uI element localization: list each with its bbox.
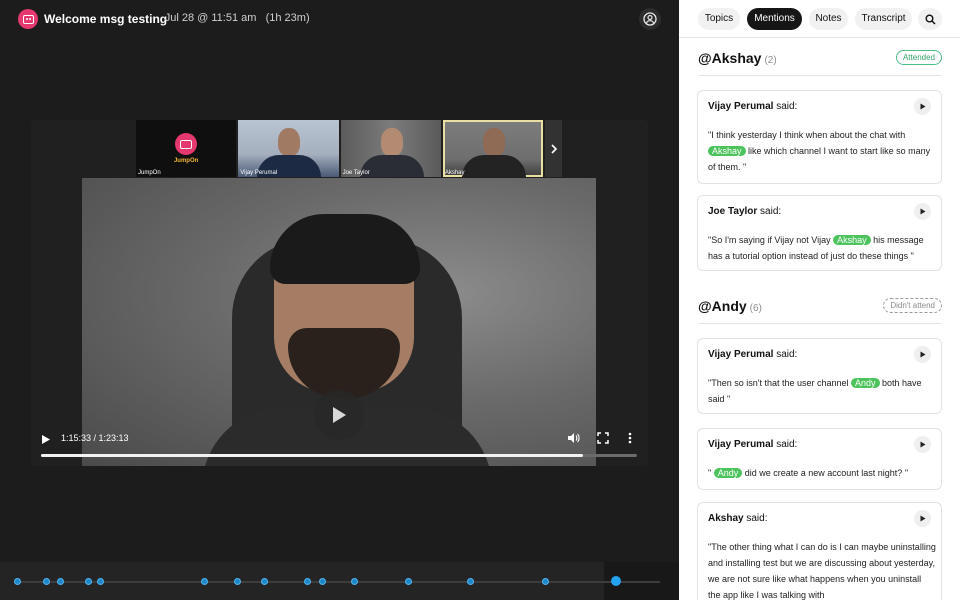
mention-card[interactable]: Vijay Perumal said: "I think yesterday I…	[697, 90, 942, 184]
mentions-sidebar: Topics Mentions Notes Transcript @Akshay…	[679, 0, 960, 600]
timeline-marker[interactable]	[57, 578, 64, 585]
mention-highlight: Akshay	[833, 235, 871, 245]
timeline-marker[interactable]	[304, 578, 312, 585]
participant-label: JumpOn	[138, 170, 161, 176]
speaker-line: Vijay Perumal said:	[708, 349, 798, 360]
progress-bar[interactable]	[41, 454, 637, 457]
speaker-line: Vijay Perumal said:	[708, 101, 798, 112]
mention-card[interactable]: Joe Taylor said: "So I'm saying if Vijay…	[697, 195, 942, 271]
speaker-line: Akshay said:	[708, 513, 768, 524]
mention-highlight: Andy	[713, 468, 743, 478]
meeting-date: Jul 28 @ 11:51 am	[164, 12, 257, 24]
participant-face	[380, 128, 403, 156]
speaker-hair	[270, 214, 420, 284]
mention-name: @Andy (6)	[698, 298, 762, 314]
sidebar-tabs: Topics Mentions Notes Transcript	[679, 0, 960, 38]
timeline-marker[interactable]	[260, 578, 268, 585]
timeline-marker[interactable]	[84, 578, 92, 585]
participant-tile-joe[interactable]: Joe Taylor	[340, 120, 441, 177]
participant-label: Joe Taylor	[342, 170, 370, 176]
mention-quote: "So I'm saying if Vijay not Vijay Akshay…	[708, 235, 924, 261]
search-icon[interactable]	[918, 8, 942, 30]
timeline-current-marker[interactable]	[611, 576, 622, 586]
mention-quote: "Then so isn't that the user channel And…	[708, 378, 922, 404]
meeting-player-pane: Welcome msg testing · Jul 28 @ 11:51 am …	[0, 0, 679, 600]
mentions-timeline[interactable]	[0, 562, 679, 600]
more-vertical-icon[interactable]	[627, 431, 633, 449]
timeline-marker[interactable]	[318, 578, 326, 585]
speaker-name: Vijay Perumal	[708, 101, 774, 112]
mention-card[interactable]: Vijay Perumal said: " Andy did we create…	[697, 428, 942, 490]
timeline-marker[interactable]	[404, 578, 412, 585]
speaker-line: Vijay Perumal said:	[708, 439, 798, 450]
timeline-marker[interactable]	[42, 578, 50, 585]
participant-tile-vijay[interactable]: Vijay Perumal	[238, 120, 339, 177]
timeline-marker[interactable]	[542, 578, 550, 585]
fullscreen-icon[interactable]	[597, 431, 609, 449]
logo-wordmark: JumpOn	[173, 158, 199, 164]
participant-label: Akshay	[444, 170, 465, 176]
participant-strip: JumpOn JumpOn Vijay Perumal Joe Taylor A…	[136, 120, 562, 178]
timeline-marker[interactable]	[350, 578, 358, 585]
play-icon[interactable]	[914, 98, 931, 115]
speaker-name: Vijay Perumal	[708, 439, 774, 450]
video-player[interactable]: JumpOn JumpOn Vijay Perumal Joe Taylor A…	[31, 120, 648, 466]
progress-fill	[41, 454, 583, 457]
participant-label: Vijay Perumal	[240, 170, 278, 176]
participant-tile-akshay[interactable]: Akshay	[442, 120, 544, 177]
tab-notes[interactable]: Notes	[809, 8, 848, 30]
mention-group-akshay: @Akshay (2) Attended	[698, 50, 942, 76]
play-icon[interactable]	[914, 436, 931, 453]
play-icon[interactable]	[914, 510, 931, 527]
timeline-marker[interactable]	[201, 578, 209, 585]
play-icon[interactable]	[914, 346, 931, 363]
play-icon[interactable]	[914, 203, 931, 220]
timeline-marker[interactable]	[234, 578, 242, 585]
meeting-header: Welcome msg testing · Jul 28 @ 11:51 am …	[0, 0, 679, 38]
status-badge: Didn't attend	[883, 298, 942, 313]
mention-card[interactable]: Akshay said: "The other thing what I can…	[697, 502, 942, 600]
mention-quote: "The other thing what I can do is I can …	[708, 542, 936, 600]
mention-count: (6)	[749, 303, 762, 314]
participant-face	[482, 128, 505, 156]
mention-name: @Akshay (2)	[698, 50, 777, 66]
jumpon-logo-icon	[175, 133, 198, 155]
play-icon[interactable]	[41, 432, 51, 450]
timeline-marker[interactable]	[97, 578, 105, 585]
mention-count: (2)	[764, 55, 777, 66]
user-avatar-icon[interactable]	[639, 8, 661, 30]
tab-mentions[interactable]: Mentions	[747, 8, 802, 30]
participant-face	[278, 128, 301, 156]
status-badge: Attended	[895, 50, 942, 65]
participant-body	[461, 155, 526, 177]
speaker-name: Akshay	[708, 513, 744, 524]
speaker-line: Joe Taylor said:	[708, 206, 782, 217]
mention-card[interactable]: Vijay Perumal said: "Then so isn't that …	[697, 338, 942, 414]
speaker-name: Joe Taylor	[708, 206, 758, 217]
time-display: 1:15:33 / 1:23:13	[61, 433, 129, 443]
timeline-marker[interactable]	[467, 578, 475, 585]
mention-group-andy: @Andy (6) Didn't attend	[698, 298, 942, 324]
chevron-right-icon[interactable]	[545, 120, 562, 177]
mention-highlight: Andy	[851, 378, 880, 388]
mention-quote: " Andy did we create a new account last …	[708, 468, 909, 478]
meeting-title: Welcome msg testing	[44, 12, 168, 26]
meeting-duration: (1h 23m)	[265, 12, 310, 24]
meta-separator: ·	[150, 12, 154, 24]
participant-tile-jumpon[interactable]: JumpOn JumpOn	[136, 120, 237, 177]
volume-icon[interactable]	[567, 431, 580, 449]
speaker-name: Vijay Perumal	[708, 349, 774, 360]
mention-quote: "I think yesterday I think when about th…	[708, 130, 931, 172]
timeline-marker[interactable]	[14, 578, 22, 585]
jumpon-logo-icon[interactable]	[18, 9, 38, 29]
timeline-markers	[0, 562, 679, 600]
mention-highlight: Akshay	[708, 146, 746, 156]
meeting-meta: · Jul 28 @ 11:51 am (1h 23m)	[150, 12, 310, 24]
tab-topics[interactable]: Topics	[698, 8, 740, 30]
player-controls: 1:15:33 / 1:23:13	[31, 424, 648, 466]
tab-transcript[interactable]: Transcript	[855, 8, 912, 30]
